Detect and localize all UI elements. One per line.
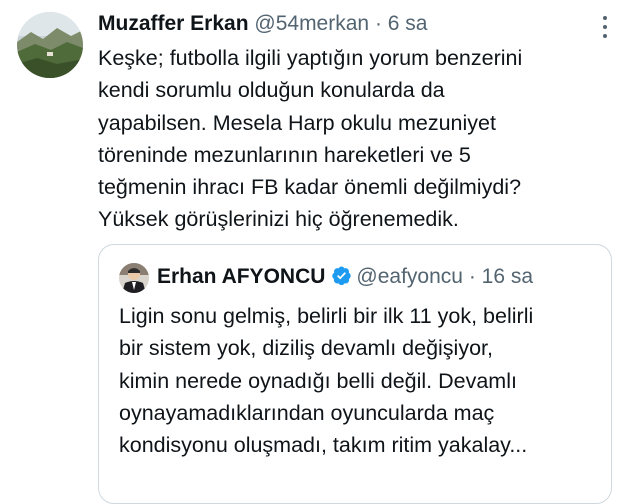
avatar-image xyxy=(17,12,83,78)
tweet-text-line: töreninde mezunlarının hareketleri ve 5 xyxy=(98,142,471,167)
quoted-avatar-image xyxy=(119,263,149,293)
more-dots-icon[interactable] xyxy=(602,16,608,38)
quoted-text-line: oynayamadıklarından oyuncularda maç xyxy=(119,400,495,425)
separator-dot: · xyxy=(468,265,476,288)
tweet-text-line: yapabilsen. Mesela Harp okulu mezuniyet xyxy=(98,110,496,135)
quoted-text-line: Ligin sonu gelmiş, belirli bir ilk 11 yo… xyxy=(119,304,534,328)
quoted-tweet-text: Ligin sonu gelmiş, belirli bir ilk 11 yo… xyxy=(119,300,599,461)
separator-dot: · xyxy=(374,12,382,35)
timestamp[interactable]: 6 sa xyxy=(388,12,428,35)
avatar[interactable] xyxy=(17,12,83,78)
tweet-text-line: teğmenin ihracı FB kadar önemli değilmiy… xyxy=(98,175,522,200)
tweet-text-line: Keşke; futbolla ilgili yaptığın yorum be… xyxy=(98,46,523,70)
quoted-text-line: kondisyonu oluşmadı, takım ritim yakalay… xyxy=(119,433,528,458)
quoted-author-handle[interactable]: @eafyoncu xyxy=(356,265,463,288)
quoted-text-line: kimin nerede oynadığı belli değil. Devam… xyxy=(119,368,517,393)
tweet-text-line: kendi sorumlu olduğun konularda da xyxy=(98,78,445,103)
tweet[interactable]: Muzaffer Erkan @54merkan · 6 sa Keşke; f… xyxy=(0,0,628,504)
quoted-timestamp[interactable]: 16 sa xyxy=(482,265,533,288)
tweet-header: Muzaffer Erkan @54merkan · 6 sa xyxy=(98,9,588,39)
verified-badge-icon xyxy=(331,265,352,295)
quoted-avatar[interactable] xyxy=(119,263,149,293)
author-handle[interactable]: @54merkan xyxy=(254,12,369,35)
quoted-author-name[interactable]: Erhan AFYONCU xyxy=(157,265,325,288)
author-name[interactable]: Muzaffer Erkan xyxy=(98,12,249,35)
quoted-text-line: bir sistem yok, diziliş devamlı değişiyo… xyxy=(119,336,493,361)
quoted-tweet[interactable]: Erhan AFYONCU @eafyoncu · 16 sa Ligin son… xyxy=(98,244,612,504)
tweet-text: Keşke; futbolla ilgili yaptığın yorum be… xyxy=(98,42,613,236)
quoted-header: Erhan AFYONCU @eafyoncu · 16 sa xyxy=(157,262,533,295)
tweet-text-line: Yüksek görüşlerinizi hiç öğrenemedik. xyxy=(98,207,459,232)
